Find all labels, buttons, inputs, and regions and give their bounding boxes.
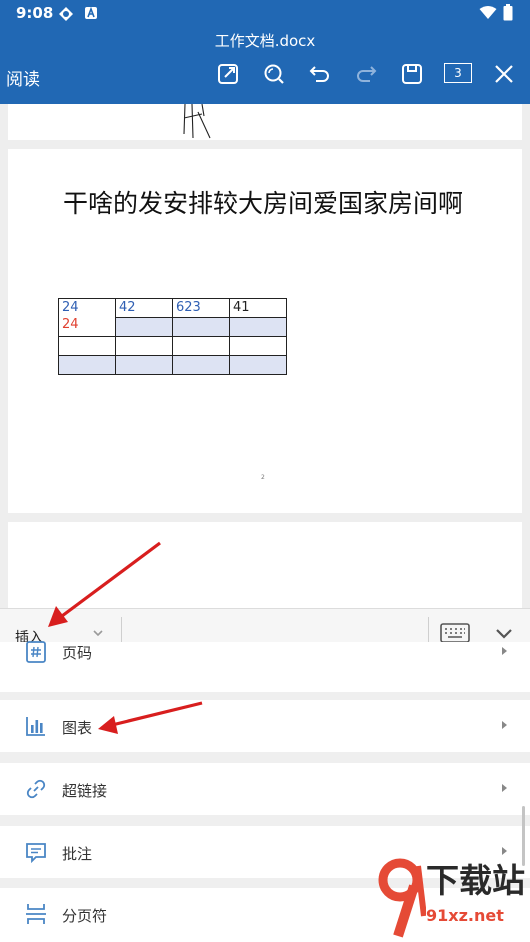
table-cell[interactable]: 623 xyxy=(172,298,230,318)
chevron-down-icon[interactable] xyxy=(92,628,104,638)
undo-button[interactable] xyxy=(306,60,334,88)
document-canvas[interactable]: 干啥的发安排较大房间爱国家房间啊 24 24 42 623 41 2 xyxy=(0,104,530,608)
table-cell[interactable] xyxy=(115,317,173,337)
battery-icon xyxy=(503,4,513,21)
page-number-icon xyxy=(26,641,46,663)
comment-icon xyxy=(26,843,46,864)
menu-item-label: 页码 xyxy=(62,644,93,662)
close-icon xyxy=(495,65,513,83)
redo-button[interactable] xyxy=(352,60,380,88)
menu-item-label: 图表 xyxy=(62,719,93,737)
next-page xyxy=(8,522,522,608)
status-time: 9:08 xyxy=(16,4,54,22)
table-cell[interactable]: 41 xyxy=(229,298,287,318)
table-row xyxy=(58,355,287,375)
table-row: 24 24 42 623 41 xyxy=(58,298,287,337)
redo-icon xyxy=(357,66,377,82)
document-title: 工作文档.docx xyxy=(214,32,316,50)
close-button[interactable] xyxy=(490,60,518,88)
collapse-panel-icon[interactable] xyxy=(494,625,514,641)
table-cell-text: 623 xyxy=(176,300,201,315)
table-cell-text: 24 xyxy=(62,300,79,315)
wifi-icon xyxy=(479,6,497,19)
table-cell[interactable]: 42 xyxy=(115,298,173,318)
table-cell[interactable] xyxy=(58,336,116,356)
watermark-logo xyxy=(378,858,426,938)
previous-page xyxy=(8,104,522,140)
reading-mode-label[interactable]: 阅读 xyxy=(6,65,40,90)
page-count-badge[interactable]: 3 xyxy=(444,63,472,83)
menu-item-label: 批注 xyxy=(62,845,93,863)
page-number: 2 xyxy=(261,474,265,481)
save-icon xyxy=(402,64,422,84)
edit-button[interactable] xyxy=(214,60,242,88)
search-button[interactable] xyxy=(260,60,288,88)
page-break-icon xyxy=(26,904,46,924)
chevron-right-icon xyxy=(502,784,507,792)
search-icon xyxy=(264,64,284,84)
handwriting-sketch xyxy=(183,104,211,139)
chevron-right-icon xyxy=(502,647,507,655)
menu-item-chart[interactable]: 图表 xyxy=(0,700,530,752)
table-cell[interactable] xyxy=(229,355,287,375)
table-cell[interactable]: 24 24 xyxy=(58,298,116,337)
table-cell[interactable] xyxy=(172,317,230,337)
app-bar: 工作文档.docx 阅读 3 xyxy=(0,26,530,104)
table-cell[interactable] xyxy=(172,355,230,375)
screen: 9:08 工作文档.docx 阅读 3 干啥的发安排较大房间爱国家房间啊 24 … xyxy=(0,0,530,942)
table-cell-text: 41 xyxy=(233,300,250,315)
menu-item-label: 分页符 xyxy=(62,907,108,925)
table-row xyxy=(58,336,287,356)
table-cell[interactable] xyxy=(172,336,230,356)
document-table: 24 24 42 623 41 xyxy=(58,298,287,375)
sync-status-icon xyxy=(59,7,73,21)
chart-icon xyxy=(26,717,45,736)
table-cell-text: 42 xyxy=(119,300,136,315)
chevron-right-icon xyxy=(502,721,507,729)
table-cell[interactable] xyxy=(58,355,116,375)
save-button[interactable] xyxy=(398,60,426,88)
link-icon xyxy=(26,779,46,799)
document-heading: 干啥的发安排较大房间爱国家房间啊 xyxy=(63,189,464,218)
watermark-url: 91xz.net xyxy=(426,906,504,925)
table-cell[interactable] xyxy=(115,336,173,356)
watermark: 下载站 91xz.net xyxy=(374,852,530,942)
table-cell-text: 24 xyxy=(62,317,79,332)
notification-a-icon xyxy=(85,6,97,19)
menu-item-label: 超链接 xyxy=(62,782,108,800)
status-bar: 9:08 xyxy=(0,0,530,26)
keyboard-icon[interactable] xyxy=(440,623,470,643)
undo-icon xyxy=(309,66,329,82)
menu-item-page-number[interactable]: 页码 xyxy=(0,641,530,692)
document-page: 干啥的发安排较大房间爱国家房间啊 24 24 42 623 41 2 xyxy=(8,149,522,513)
table-cell[interactable] xyxy=(229,317,287,337)
watermark-brand: 下载站 xyxy=(426,861,525,900)
table-cell[interactable] xyxy=(115,355,173,375)
edit-icon xyxy=(218,64,238,84)
table-cell[interactable] xyxy=(229,336,287,356)
menu-item-hyperlink[interactable]: 超链接 xyxy=(0,763,530,815)
